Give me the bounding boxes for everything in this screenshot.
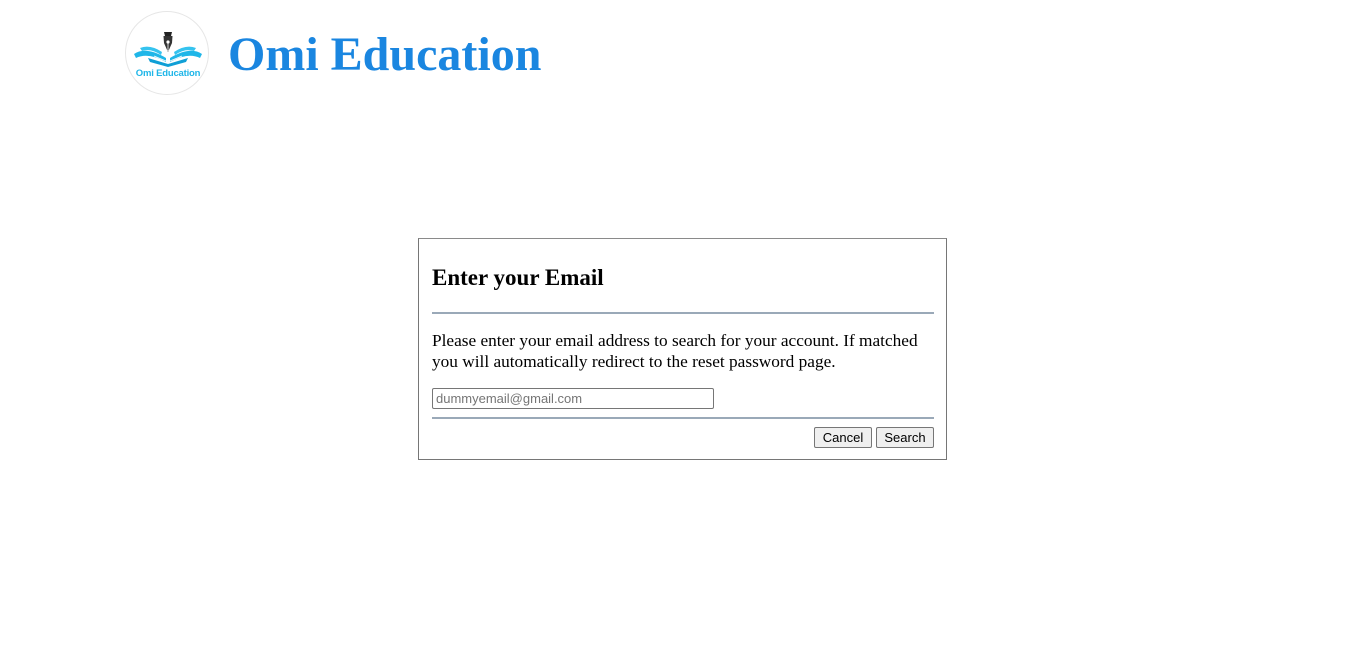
site-logo[interactable]: Omi Education: [125, 11, 209, 95]
site-title[interactable]: Omi Education: [228, 31, 541, 79]
search-button[interactable]: Search: [876, 427, 934, 448]
open-book-pen-nib-icon: [134, 32, 202, 67]
find-account-dialog: Enter your Email Please enter your email…: [418, 238, 947, 460]
dialog-divider-bottom: [432, 417, 934, 419]
cancel-button[interactable]: Cancel: [814, 427, 872, 448]
site-header: Omi Education Omi Education: [125, 11, 541, 95]
dialog-title: Enter your Email: [432, 265, 604, 290]
email-input[interactable]: [432, 388, 714, 409]
dialog-divider-top: [432, 312, 934, 314]
dialog-message: Please enter your email address to searc…: [432, 331, 918, 371]
logo-text: Omi Education: [135, 68, 201, 79]
